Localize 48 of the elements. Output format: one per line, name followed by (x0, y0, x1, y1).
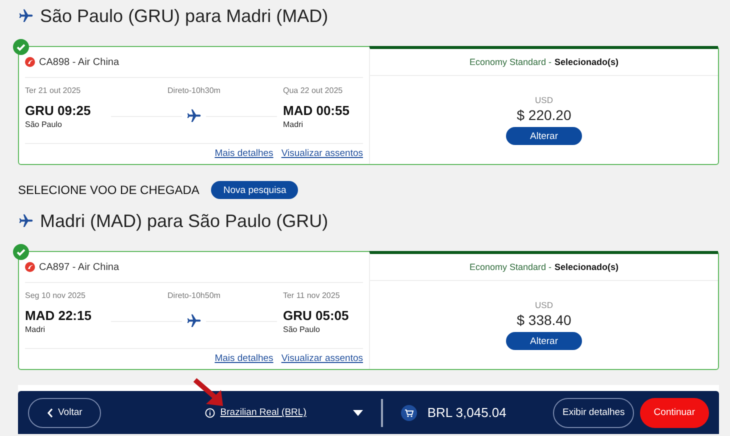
arrival-time: MAD 00:55 (283, 103, 350, 118)
departure-city: Madri (25, 325, 46, 334)
fare-name: Economy Standard - (469, 262, 552, 272)
chevron-left-icon (47, 408, 54, 418)
fare-name: Economy Standard - (469, 57, 552, 67)
new-search-button[interactable]: Nova pesquisa (211, 181, 298, 199)
plane-icon (18, 213, 34, 229)
departure-city: São Paulo (25, 120, 63, 129)
details-link[interactable]: Mais detalhes (214, 353, 274, 364)
departure-date: Seg 10 nov 2025 (25, 291, 86, 300)
currency-selector[interactable]: Brazilian Real (BRL) (220, 407, 306, 418)
change-button[interactable]: Alterar (506, 332, 582, 350)
departure-date: Ter 21 out 2025 (25, 86, 82, 95)
arrow-icon (192, 378, 226, 408)
change-button[interactable]: Alterar (506, 127, 582, 145)
departure-time: MAD 22:15 (25, 308, 92, 323)
flight-duration: Direto-10h50m (168, 291, 220, 300)
continue-button[interactable]: Continuar (640, 398, 709, 428)
arrival-time: GRU 05:05 (283, 308, 350, 323)
arrival-city: Madri (283, 120, 304, 129)
fare-price: $ 220.20 (516, 107, 572, 123)
flight-number: CA898 - Air China (39, 56, 120, 68)
caret-icon[interactable] (353, 410, 364, 416)
flight-number: CA897 - Air China (39, 262, 120, 272)
arrival-city: São Paulo (283, 325, 321, 334)
airline-logo-icon (25, 262, 35, 272)
route-title: São Paulo (GRU) para Madri (MAD) (40, 6, 328, 26)
arrival-date: Qua 22 out 2025 (282, 86, 344, 95)
cart-icon (401, 404, 418, 420)
plane-icon (18, 8, 34, 24)
total-price: BRL 3,045.04 (427, 405, 506, 420)
section-label: SELECIONE VOO DE CHEGADA (18, 183, 200, 197)
departure-time: GRU 09:25 (25, 103, 92, 118)
currency-label: USD (535, 95, 553, 105)
details-link[interactable]: Mais detalhes (214, 148, 274, 159)
details-link[interactable]: Visualizar assentos (281, 148, 363, 159)
airline-logo-icon (25, 57, 35, 67)
info-icon (205, 408, 216, 418)
fare-status: Selecionado(s) (554, 262, 619, 272)
fare-price: $ 338.40 (516, 312, 572, 328)
flight-duration: Direto-10h30m (168, 86, 220, 95)
fare-status: Selecionado(s) (554, 57, 619, 67)
route-title: Madri (MAD) para São Paulo (GRU) (40, 210, 328, 232)
details-link[interactable]: Visualizar assentos (281, 353, 363, 364)
back-button[interactable]: Voltar (28, 398, 102, 428)
details-button[interactable]: Exibir detalhes (553, 398, 634, 428)
currency-label: USD (535, 300, 553, 310)
arrival-date: Ter 11 nov 2025 (282, 291, 341, 300)
